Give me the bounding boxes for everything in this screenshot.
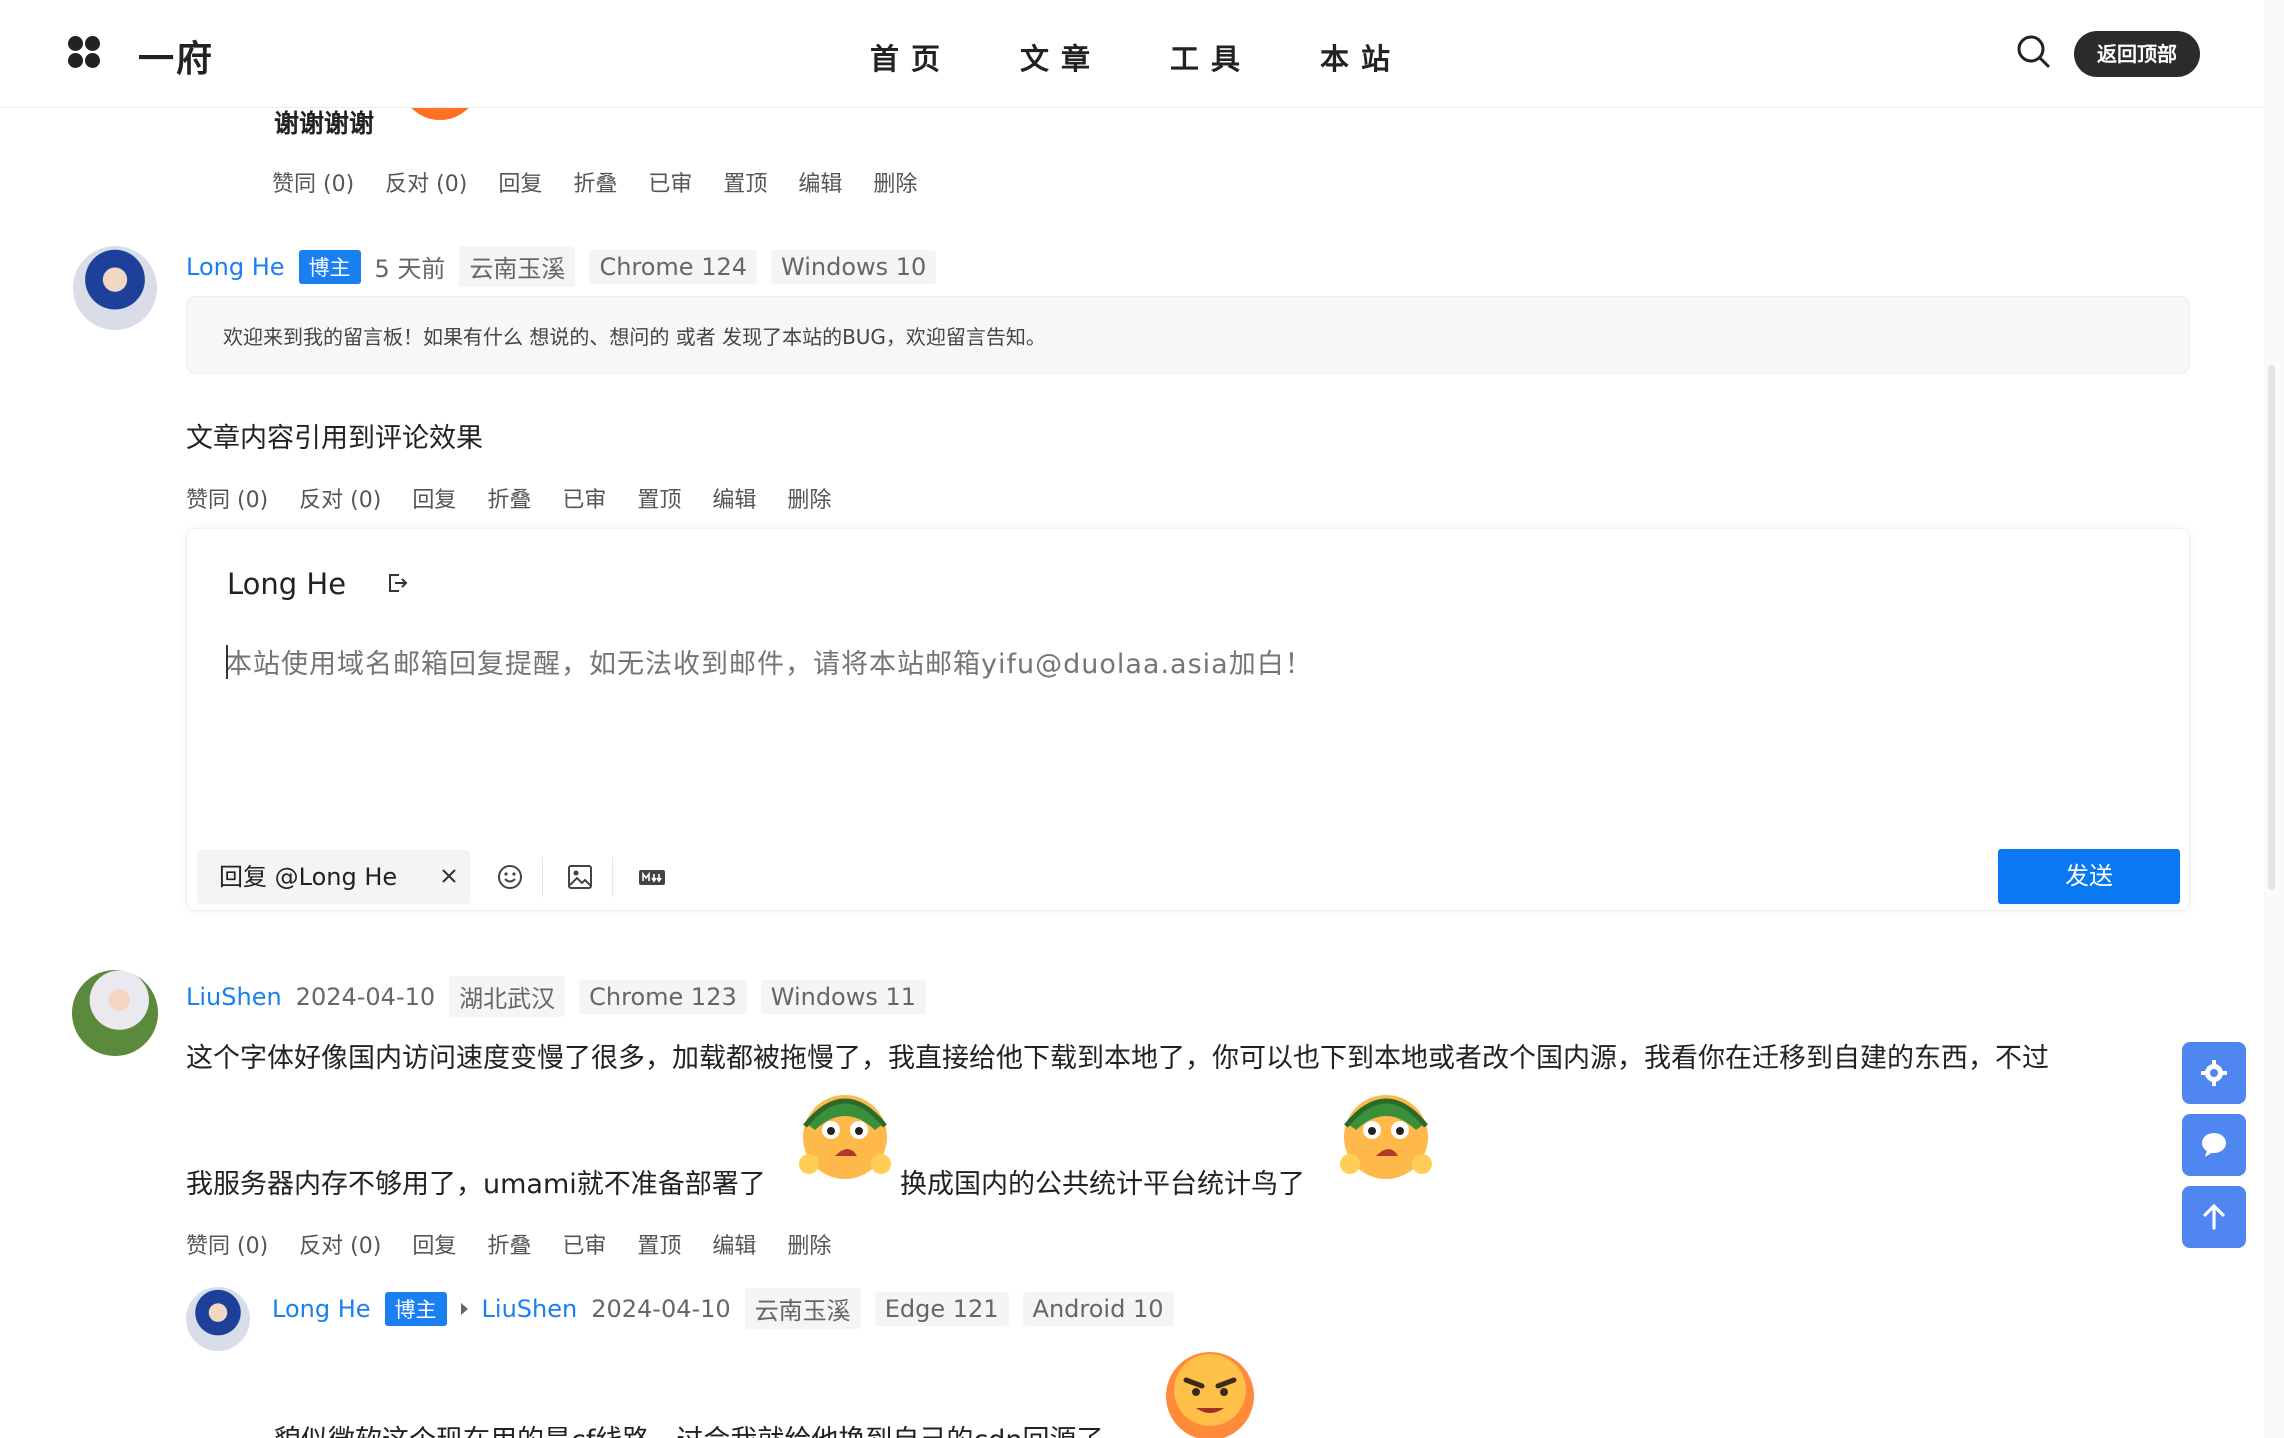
- arrow-up-icon: [2203, 1203, 2225, 1230]
- fold-button[interactable]: 折叠: [487, 1228, 531, 1260]
- pin-button[interactable]: 置顶: [723, 166, 767, 198]
- reply-editor: Long He 回复 @Long He 发送: [186, 528, 2190, 911]
- search-icon[interactable]: [2016, 34, 2050, 68]
- nav-home[interactable]: 首页: [870, 36, 1020, 78]
- divider: [542, 857, 543, 897]
- comment-text: 文章内容引用到评论效果: [186, 423, 483, 454]
- browser-chip: Edge 121: [874, 1291, 1009, 1326]
- reply-button[interactable]: 回复: [412, 1228, 456, 1260]
- comment-date: 2024-04-10: [591, 1294, 731, 1323]
- edit-button[interactable]: 编辑: [712, 482, 756, 514]
- comment-text-line: 这个字体好像国内访问速度变慢了很多，加载都被拖慢了，我直接给他下载到本地了，你可…: [186, 1043, 2049, 1074]
- main-nav: 首页 文章 工具 本站: [870, 36, 1470, 78]
- agree-button[interactable]: 赞同 (0): [272, 166, 354, 198]
- emoji-sticker: [1160, 1346, 1260, 1438]
- back-to-top-button[interactable]: 返回顶部: [2074, 31, 2200, 77]
- agree-button[interactable]: 赞同 (0): [186, 1228, 268, 1260]
- comment-text-line: 我服务器内存不够用了，umami就不准备部署了: [186, 1169, 766, 1200]
- nav-site[interactable]: 本站: [1320, 36, 1470, 78]
- editor-username: Long He: [227, 567, 347, 601]
- scroll-top-button[interactable]: [2182, 1186, 2246, 1248]
- browser-chip: Chrome 124: [589, 249, 758, 284]
- delete-button[interactable]: 删除: [787, 482, 831, 514]
- approved-button[interactable]: 已审: [648, 166, 692, 198]
- divider: [612, 857, 613, 897]
- send-button[interactable]: 发送: [1998, 849, 2180, 904]
- comment-text: 谢谢谢谢: [274, 109, 375, 138]
- reply-arrow-icon: [460, 1302, 468, 1315]
- avatar[interactable]: [186, 1287, 250, 1351]
- author-name[interactable]: Long He: [186, 253, 285, 281]
- author-name[interactable]: LiuShen: [186, 983, 282, 1011]
- location-chip: 云南玉溪: [744, 1288, 861, 1329]
- avatar[interactable]: [73, 246, 157, 330]
- pin-button[interactable]: 置顶: [637, 1228, 681, 1260]
- settings-icon: [2201, 1060, 2227, 1086]
- comment-meta: LiuShen 2024-04-10 湖北武汉 Chrome 123 Windo…: [186, 976, 927, 1017]
- comment-text-line: 换成国内的公共统计平台统计鸟了: [900, 1169, 1305, 1200]
- chat-icon: [2202, 1133, 2226, 1157]
- owner-badge: 博主: [384, 1291, 447, 1326]
- fold-button[interactable]: 折叠: [573, 166, 617, 198]
- comment-actions: 赞同 (0) 反对 (0) 回复 折叠 已审 置顶 编辑 删除: [186, 1228, 831, 1260]
- reply-to-name[interactable]: LiuShen: [482, 1295, 578, 1323]
- comment-meta: Long He 博主 5 天前 云南玉溪 Chrome 124 Windows …: [186, 246, 937, 287]
- site-name[interactable]: 一府: [138, 30, 214, 82]
- reply-button[interactable]: 回复: [412, 482, 456, 514]
- nav-tools[interactable]: 工具: [1170, 36, 1320, 78]
- edit-button[interactable]: 编辑: [712, 1228, 756, 1260]
- markdown-icon[interactable]: [637, 862, 667, 892]
- oppose-button[interactable]: 反对 (0): [299, 482, 381, 514]
- author-name[interactable]: Long He: [272, 1295, 371, 1323]
- agree-button[interactable]: 赞同 (0): [186, 482, 268, 514]
- top-header: 一府 首页 文章 工具 本站 返回顶部: [0, 0, 2264, 108]
- close-icon[interactable]: [437, 864, 461, 888]
- browser-chip: Chrome 123: [579, 979, 747, 1014]
- page: 一府 首页 文章 工具 本站 返回顶部 谢谢谢谢 赞同 (0) 反对 (0) 回…: [0, 0, 2284, 1438]
- reply-button[interactable]: 回复: [498, 166, 542, 198]
- location-chip: 云南玉溪: [459, 246, 576, 287]
- location-chip: 湖北武汉: [449, 976, 566, 1017]
- reply-target-label: 回复 @Long He: [219, 863, 398, 891]
- smile-icon[interactable]: [495, 862, 525, 892]
- approved-button[interactable]: 已审: [562, 482, 606, 514]
- comment-time: 5 天前: [374, 255, 446, 283]
- image-icon[interactable]: [565, 862, 595, 892]
- edit-button[interactable]: 编辑: [798, 166, 842, 198]
- oppose-button[interactable]: 反对 (0): [385, 166, 467, 198]
- pin-button[interactable]: 置顶: [637, 482, 681, 514]
- oppose-button[interactable]: 反对 (0): [299, 1228, 381, 1260]
- os-chip: Android 10: [1022, 1291, 1174, 1326]
- comment-button[interactable]: [2182, 1114, 2246, 1176]
- owner-badge: 博主: [298, 249, 361, 284]
- emoji-sticker: [1336, 1082, 1436, 1182]
- settings-button[interactable]: [2182, 1042, 2246, 1104]
- reply-target-chip: 回复 @Long He: [197, 850, 470, 904]
- reply-meta: Long He 博主 LiuShen 2024-04-10 云南玉溪 Edge …: [272, 1288, 1174, 1329]
- comment-textarea[interactable]: [225, 639, 2145, 689]
- emoji-sticker: [795, 1082, 895, 1182]
- comment-actions: 赞同 (0) 反对 (0) 回复 折叠 已审 置顶 编辑 删除: [186, 482, 831, 514]
- logo-icon[interactable]: [68, 36, 102, 70]
- delete-button[interactable]: 删除: [787, 1228, 831, 1260]
- os-chip: Windows 11: [760, 979, 927, 1014]
- os-chip: Windows 10: [771, 249, 937, 284]
- fold-button[interactable]: 折叠: [487, 482, 531, 514]
- scrollbar-thumb[interactable]: [2268, 365, 2275, 890]
- reply-text: 貌似微软这个现在用的是cf线路，过会我就给他换到自己的cdn回源了: [274, 1418, 1103, 1438]
- nav-articles[interactable]: 文章: [1020, 36, 1170, 78]
- text-caret: [226, 645, 228, 679]
- delete-button[interactable]: 删除: [873, 166, 917, 198]
- approved-button[interactable]: 已审: [562, 1228, 606, 1260]
- avatar[interactable]: [72, 970, 158, 1056]
- quoted-content: 欢迎来到我的留言板！如果有什么 想说的、想问的 或者 发现了本站的BUG，欢迎留…: [186, 296, 2190, 374]
- comment-actions: 赞同 (0) 反对 (0) 回复 折叠 已审 置顶 编辑 删除: [272, 166, 917, 198]
- comment-date: 2024-04-10: [295, 982, 436, 1011]
- logout-icon[interactable]: [385, 571, 409, 595]
